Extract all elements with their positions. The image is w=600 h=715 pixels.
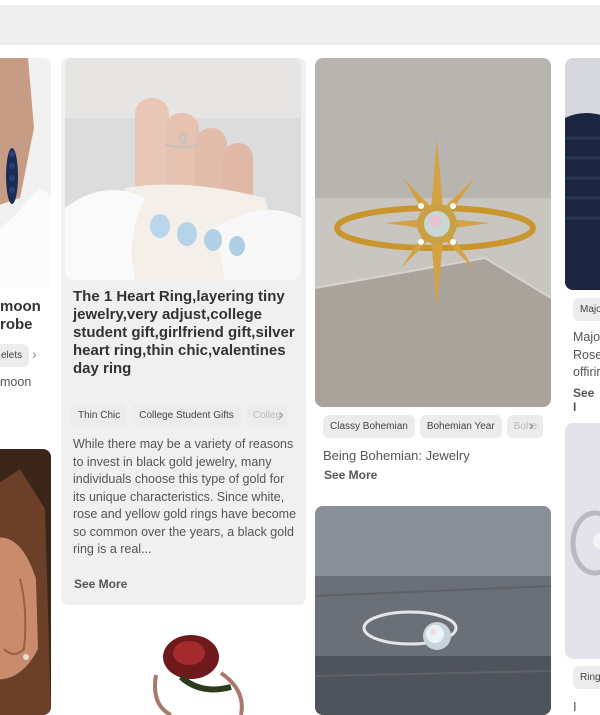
pin-desc-partial-1: Majo [573, 330, 600, 344]
woman-photo [0, 449, 51, 715]
pin-image-sweater[interactable] [565, 58, 600, 290]
pin-image-silver-ring[interactable] [565, 423, 600, 659]
see-more-link[interactable]: See More [324, 468, 377, 482]
chevron-right-icon[interactable]: › [529, 417, 534, 433]
pin-desc-partial-bottom: I LOV [573, 699, 577, 714]
see-more-link-partial[interactable]: See I [573, 386, 600, 414]
pin-image-bracelet[interactable] [0, 58, 51, 288]
bracelet-photo [0, 58, 51, 288]
pin-image-opal-ring[interactable] [315, 506, 552, 715]
ruby-ring-photo [61, 615, 306, 715]
search-bar[interactable] [0, 5, 600, 45]
pin-card-star-ring[interactable]: Classy Bohemian Bohemian Year Bohe › Bei… [315, 58, 552, 498]
pin-image-woman[interactable] [0, 449, 51, 715]
chip-thin-chic[interactable]: Thin Chic [71, 404, 128, 427]
pin-description: While there may be a variety of reasons … [73, 437, 297, 556]
star-ring-photo [315, 58, 551, 407]
pin-image-star-ring[interactable] [315, 58, 551, 407]
chevron-right-icon[interactable]: › [32, 346, 37, 362]
pin-desc-partial: moon [0, 375, 32, 389]
chip-partial-bottom[interactable]: Ring [573, 666, 600, 689]
see-more-link[interactable]: See More [74, 577, 127, 591]
pin-title: The 1 Heart Ring,layering tiny jewelry,v… [73, 288, 295, 377]
opal-ring-image [315, 506, 551, 715]
pin-image-ruby-ring[interactable] [61, 615, 306, 715]
pin-title-partial-1: moon [0, 298, 41, 315]
chip-partial-top[interactable]: Majo [573, 298, 600, 321]
pin-desc-partial-2: Rose [573, 348, 600, 362]
pin-desc-partial-3: offirir [573, 365, 600, 379]
pin-image-heart-ring[interactable] [65, 58, 301, 280]
chip-bohe[interactable]: Bohe [506, 415, 543, 438]
silver-ring-photo [565, 423, 600, 659]
heart-ring-photo [65, 58, 301, 280]
chevron-right-icon[interactable]: › [279, 406, 284, 422]
chip-row: Thin Chic College Student Gifts Colleg [71, 404, 291, 427]
pin-column-left: moon robe elets › moon [0, 58, 52, 715]
chip-classy-bohemian[interactable]: Classy Bohemian [323, 415, 415, 438]
chip-partial[interactable]: elets [0, 344, 30, 367]
chip-row: Classy Bohemian Bohemian Year Bohe [323, 415, 543, 438]
sweater-photo [565, 58, 600, 290]
chip-college-student-gifts[interactable]: College Student Gifts [132, 404, 241, 427]
pin-card-heart-ring[interactable]: The 1 Heart Ring,layering tiny jewelry,v… [61, 58, 306, 605]
pin-column-right: Majo Majo Rose offirir See I Ring I LOV [565, 58, 600, 715]
pin-title-partial-2: robe [0, 316, 33, 333]
opal-ring-photo [315, 506, 551, 715]
pin-description: Being Bohemian: Jewelry [323, 448, 470, 463]
chip-bohemian-year[interactable]: Bohemian Year [419, 415, 502, 438]
